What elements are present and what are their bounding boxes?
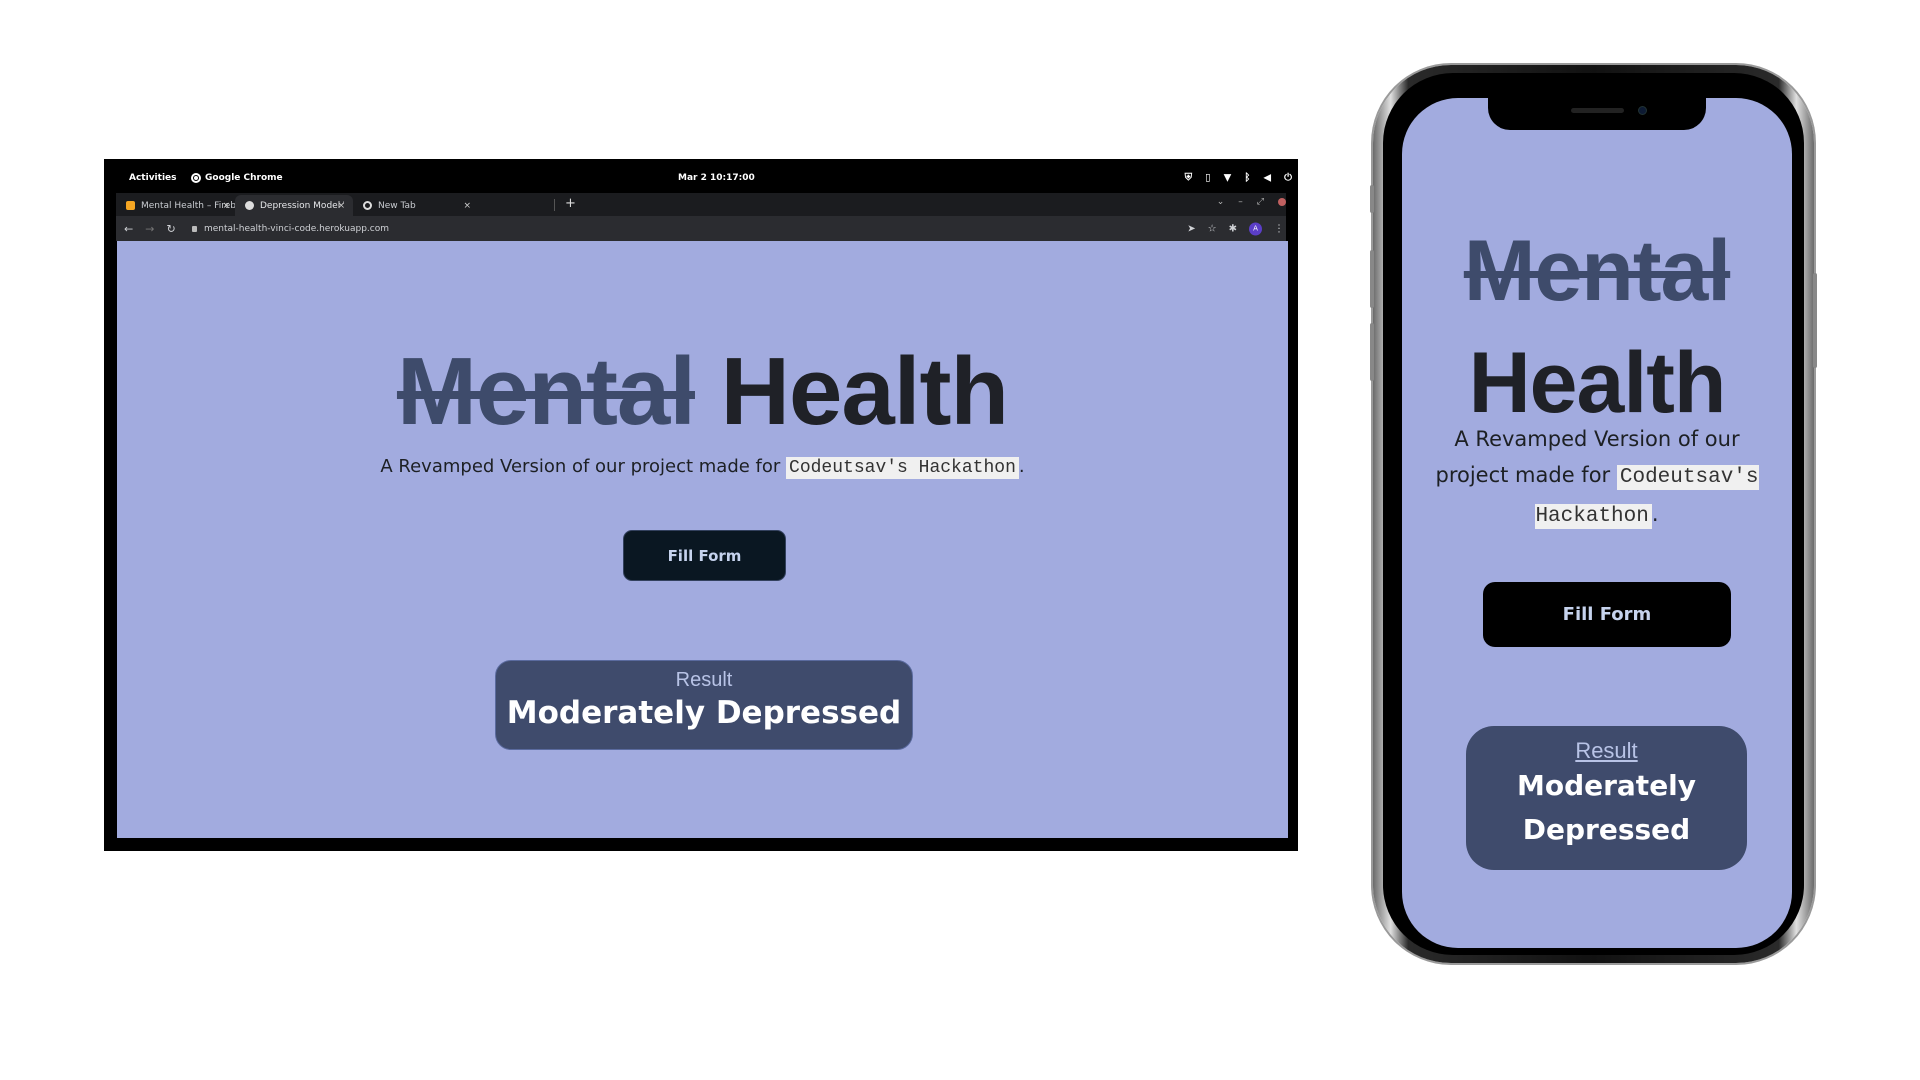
minimize-icon[interactable]: – xyxy=(1238,197,1243,207)
phone-notch xyxy=(1488,98,1706,130)
fill-form-button[interactable]: Fill Form xyxy=(623,530,786,581)
maximize-icon[interactable]: ⤢ xyxy=(1257,197,1264,207)
url-field[interactable]: mental-health-vinci-code.herokuapp.com xyxy=(192,224,389,234)
nav-buttons: ← → ↻ xyxy=(124,222,176,235)
power-icon: ⏻ xyxy=(1284,172,1292,184)
tab-separator xyxy=(554,199,555,211)
close-tab-icon[interactable]: × xyxy=(222,201,230,211)
speaker-grille xyxy=(1571,108,1624,113)
subtitle-period: . xyxy=(1651,502,1659,526)
web-page-desktop: Mental Health A Revamped Version of our … xyxy=(117,241,1288,838)
forward-icon[interactable]: → xyxy=(145,222,154,235)
profile-avatar[interactable]: A xyxy=(1249,222,1262,235)
result-value: Moderately Depressed xyxy=(506,695,902,731)
send-icon[interactable]: ➤ xyxy=(1187,223,1195,234)
result-value: Moderately Depressed xyxy=(1516,769,1697,846)
tab-strip: Mental Health – Firebase × Depression Mo… xyxy=(116,193,1286,216)
menu-kebab-icon[interactable]: ⋮ xyxy=(1274,223,1284,234)
reload-icon[interactable]: ↻ xyxy=(166,222,175,235)
subtitle-text: A Revamped Version of our project made f… xyxy=(380,456,787,477)
phone-mockup: Mental Health A Revamped Version of our … xyxy=(1370,65,1817,963)
result-card: Result Moderately Depressed xyxy=(495,660,913,750)
web-page-mobile: Mental Health A Revamped Version of our … xyxy=(1402,98,1792,948)
app-menu[interactable]: Google Chrome xyxy=(191,173,283,183)
back-icon[interactable]: ← xyxy=(124,222,133,235)
chrome-icon xyxy=(363,201,372,210)
mobile-result-card: Result Moderately Depressed xyxy=(1466,726,1747,870)
front-camera-icon xyxy=(1638,106,1647,115)
tab-title: Depression Model WebApp xyxy=(260,200,344,211)
page-title: Mental Health xyxy=(117,337,1288,447)
shield-icon: ⛨ xyxy=(1184,172,1193,184)
extensions-puzzle-icon[interactable]: ✱ xyxy=(1229,223,1237,234)
phone-power-button xyxy=(1813,273,1817,368)
app-name: Google Chrome xyxy=(205,173,283,183)
phone-volume-down xyxy=(1370,323,1374,381)
bluetooth-icon: ᛒ xyxy=(1244,172,1251,184)
system-tray[interactable]: ⛨ ▯ ▼ ᛒ ◀ ⏻ xyxy=(1185,173,1292,184)
tab-new-tab[interactable]: New Tab × xyxy=(353,195,479,216)
result-label: Result xyxy=(675,669,733,691)
clock[interactable]: Mar 2 10:17:00 xyxy=(678,173,755,183)
title-struck-word: Mental xyxy=(1463,223,1731,319)
hackathon-code: Codeutsav's Hackathon xyxy=(786,457,1019,479)
firebase-icon xyxy=(126,201,135,210)
activities-button[interactable]: Activities xyxy=(129,173,177,183)
title-main-word: Health xyxy=(720,338,1009,445)
bookmark-star-icon[interactable]: ☆ xyxy=(1208,223,1217,234)
mobile-fill-form-button[interactable]: Fill Form xyxy=(1483,582,1731,647)
tab-search-icon[interactable]: ⌄ xyxy=(1217,197,1225,207)
url-text: mental-health-vinci-code.herokuapp.com xyxy=(204,223,390,234)
mobile-title-struck: Mental xyxy=(1402,216,1792,326)
address-bar: ← → ↻ mental-health-vinci-code.herokuapp… xyxy=(116,216,1286,241)
mobile-page-subtitle: A Revamped Version of our project made f… xyxy=(1402,421,1792,535)
phone-bezel: Mental Health A Revamped Version of our … xyxy=(1383,73,1804,955)
tab-firebase[interactable]: Mental Health – Firebase × xyxy=(116,195,238,216)
close-tab-icon[interactable]: × xyxy=(337,201,345,211)
globe-icon xyxy=(245,201,254,210)
window-controls: ⌄ – ⤢ xyxy=(1217,197,1286,207)
close-tab-icon[interactable]: × xyxy=(463,201,471,211)
title-main-word: Health xyxy=(1468,335,1727,431)
tab-depression-model[interactable]: Depression Model WebApp × xyxy=(235,195,353,216)
desktop-screenshot: Activities Google Chrome Mar 2 10:17:00 … xyxy=(104,159,1298,851)
subtitle-period: . xyxy=(1018,456,1025,477)
result-label[interactable]: Result xyxy=(1466,738,1747,764)
gnome-top-bar: Activities Google Chrome Mar 2 10:17:00 … xyxy=(104,159,1298,193)
toolbar-actions: ➤ ☆ ✱ A ⋮ xyxy=(1187,222,1284,235)
page-subtitle: A Revamped Version of our project made f… xyxy=(117,454,1288,481)
chrome-icon xyxy=(191,173,201,183)
phone-volume-up xyxy=(1370,250,1374,308)
phone-silent-switch xyxy=(1370,185,1374,213)
close-window-icon[interactable] xyxy=(1278,198,1286,206)
clipboard-icon: ▯ xyxy=(1205,172,1211,184)
volume-icon: ◀ xyxy=(1263,172,1272,184)
lock-icon xyxy=(192,225,197,232)
wifi-icon: ▼ xyxy=(1223,172,1232,184)
title-struck-word: Mental xyxy=(396,338,696,445)
new-tab-button[interactable]: + xyxy=(565,196,576,211)
